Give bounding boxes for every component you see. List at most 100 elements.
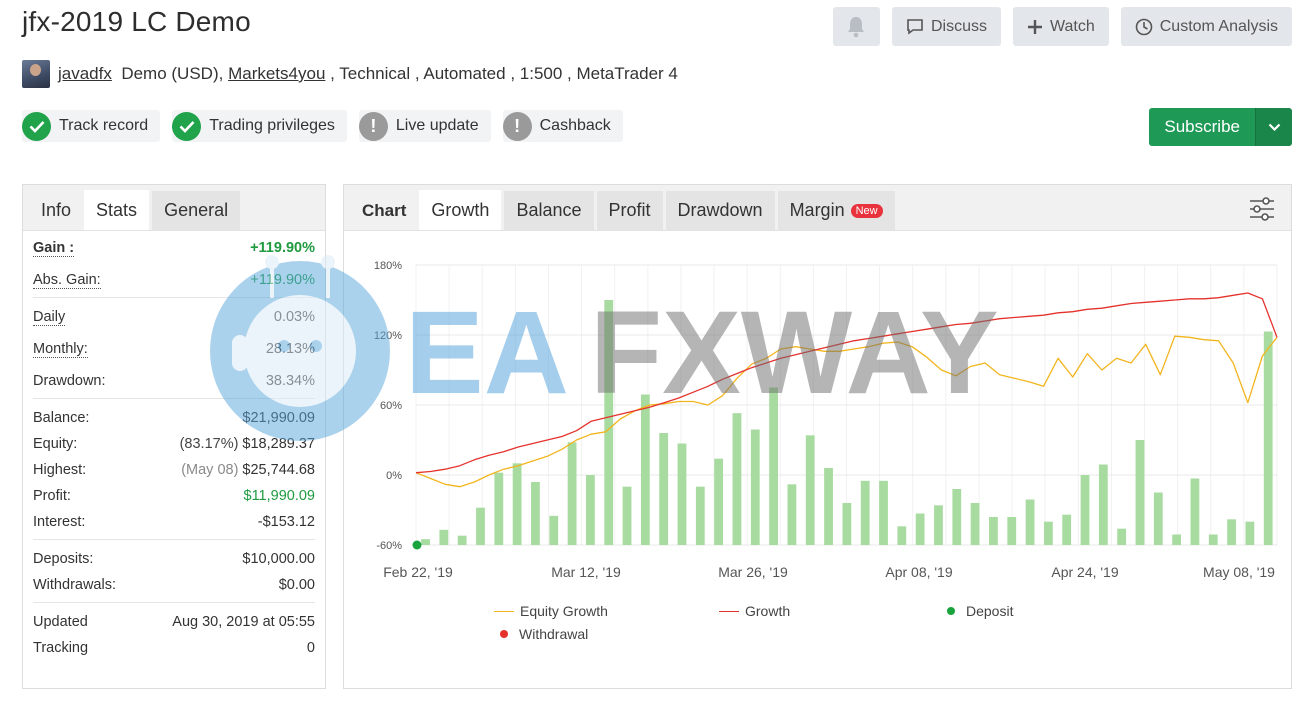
x-tick-label: Feb 22, '19 bbox=[383, 564, 453, 580]
check-icon bbox=[172, 111, 202, 141]
daily-bar bbox=[1153, 492, 1163, 545]
daily-bar bbox=[640, 394, 650, 545]
daily-bar bbox=[604, 300, 614, 545]
tab-drawdown[interactable]: Drawdown bbox=[665, 191, 775, 230]
legend-equity-growth[interactable]: Equity Growth bbox=[494, 603, 608, 619]
stat-updated: Updated Aug 30, 2019 at 05:55 bbox=[33, 614, 315, 630]
daily-bar bbox=[1190, 478, 1200, 545]
daily-bar bbox=[750, 429, 760, 545]
stat-balance: Balance: $21,990.09 bbox=[33, 410, 315, 426]
divider bbox=[33, 398, 315, 399]
daily-bar bbox=[805, 435, 815, 545]
custom-analysis-label: Custom Analysis bbox=[1159, 17, 1278, 35]
x-tick-label: Mar 12, '19 bbox=[551, 564, 621, 580]
x-tick-label: Apr 24, '19 bbox=[1051, 564, 1118, 580]
new-badge: New bbox=[850, 203, 883, 218]
daily-bar bbox=[714, 458, 724, 545]
tab-stats[interactable]: Stats bbox=[84, 190, 150, 230]
daily-bar bbox=[586, 475, 595, 545]
badge-track-record[interactable]: Track record bbox=[22, 110, 161, 142]
daily-bar bbox=[677, 443, 687, 545]
subscribe-button[interactable]: Subscribe bbox=[1149, 108, 1255, 146]
badge-live-update[interactable]: ! Live update bbox=[358, 110, 491, 142]
stats-panel: Info Stats General Gain : +119.90% Abs. G… bbox=[22, 184, 326, 689]
daily-bar bbox=[915, 513, 925, 545]
stat-highest: Highest: (May 08) $25,744.68 bbox=[33, 462, 315, 478]
stat-tracking: Tracking 0 bbox=[33, 640, 315, 656]
stat-withdrawals: Withdrawals: $0.00 bbox=[33, 577, 315, 593]
subscribe-group: Subscribe bbox=[1149, 108, 1292, 146]
tab-growth[interactable]: Growth bbox=[419, 190, 502, 230]
daily-bar bbox=[457, 535, 467, 545]
account-details: , Technical , Automated , 1:500 , MetaTr… bbox=[325, 64, 678, 83]
badge-trading-privileges[interactable]: Trading privileges bbox=[172, 110, 347, 142]
daily-bar bbox=[476, 507, 485, 545]
daily-bar bbox=[824, 468, 833, 545]
deposit-point bbox=[412, 540, 422, 550]
stat-drawdown: Drawdown: 38.34% bbox=[33, 373, 315, 389]
user-link[interactable]: javadfx bbox=[58, 64, 112, 84]
growth-chart[interactable]: 180% 120% 60% 0% -60% Feb 22, '19 Mar 12, '19 M… bbox=[344, 232, 1291, 688]
tab-general[interactable]: General bbox=[152, 191, 241, 230]
avatar[interactable] bbox=[22, 60, 50, 88]
top-actions: Discuss Watch Custom Analysis bbox=[832, 7, 1292, 46]
daily-bar bbox=[769, 387, 778, 545]
daily-bar bbox=[1098, 464, 1108, 545]
chart-settings-button[interactable] bbox=[1249, 197, 1275, 226]
stat-abs-gain: Abs. Gain: +119.90% bbox=[33, 271, 315, 289]
daily-bar bbox=[1245, 521, 1255, 545]
y-tick-label: 60% bbox=[380, 400, 402, 412]
daily-bar bbox=[897, 526, 907, 545]
watch-button[interactable]: Watch bbox=[1012, 7, 1109, 46]
stats-list: Gain : +119.90% Abs. Gain: +119.90% Daily 0… bbox=[23, 231, 325, 661]
custom-analysis-button[interactable]: Custom Analysis bbox=[1120, 7, 1292, 46]
badge-cashback[interactable]: ! Cashback bbox=[502, 110, 623, 142]
daily-bar bbox=[494, 472, 504, 545]
stat-monthly: Monthly: 28.13% bbox=[33, 340, 315, 358]
daily-bar bbox=[1263, 331, 1273, 545]
discuss-button[interactable]: Discuss bbox=[891, 7, 1001, 46]
stat-profit: Profit: $11,990.09 bbox=[33, 488, 315, 504]
daily-bar bbox=[1117, 528, 1127, 545]
legend-withdrawal[interactable]: Withdrawal bbox=[494, 626, 588, 642]
daily-bar bbox=[952, 489, 962, 545]
daily-bar bbox=[567, 442, 577, 545]
tab-chart[interactable]: Chart bbox=[350, 191, 416, 230]
clock-icon bbox=[1135, 18, 1153, 35]
daily-bar bbox=[1062, 514, 1072, 545]
check-icon bbox=[22, 111, 51, 141]
tab-info[interactable]: Info bbox=[29, 191, 81, 230]
x-tick-label: Mar 26, '19 bbox=[718, 564, 788, 580]
tab-profit[interactable]: Profit bbox=[596, 191, 663, 230]
daily-bar bbox=[989, 517, 998, 545]
plus-icon bbox=[1027, 19, 1042, 34]
daily-bar bbox=[1172, 534, 1182, 545]
daily-bar bbox=[1080, 475, 1090, 545]
notifications-button[interactable] bbox=[832, 7, 880, 46]
x-tick-label: May 08, '19 bbox=[1203, 564, 1275, 580]
stat-daily: Daily 0.03% bbox=[33, 308, 315, 326]
subscribe-dropdown-button[interactable] bbox=[1255, 108, 1292, 146]
y-tick-label: 0% bbox=[386, 470, 402, 482]
verification-badges: Track record Trading privileges ! Live u… bbox=[22, 110, 623, 142]
chart-panel: Chart Growth Balance Profit Drawdown Mar… bbox=[343, 184, 1292, 689]
daily-bar bbox=[439, 529, 449, 545]
divider bbox=[33, 297, 315, 298]
daily-bar bbox=[842, 503, 852, 545]
legend-growth[interactable]: Growth bbox=[719, 603, 790, 619]
stat-deposits: Deposits: $10,000.00 bbox=[33, 551, 315, 567]
daily-bar bbox=[1025, 499, 1035, 545]
daily-bar bbox=[787, 484, 797, 545]
exclamation-icon: ! bbox=[358, 111, 388, 141]
daily-bar bbox=[512, 463, 522, 545]
y-tick-label: 180% bbox=[374, 260, 402, 272]
tab-margin[interactable]: Margin New bbox=[777, 191, 895, 230]
legend-deposit[interactable]: Deposit bbox=[941, 603, 1013, 619]
bell-icon bbox=[848, 16, 865, 37]
page-title: jfx-2019 LC Demo bbox=[22, 6, 251, 37]
account-type: Demo (USD), bbox=[121, 64, 224, 83]
daily-bar bbox=[860, 480, 870, 545]
broker-link[interactable]: Markets4you bbox=[228, 64, 325, 84]
watch-label: Watch bbox=[1049, 17, 1095, 35]
tab-balance[interactable]: Balance bbox=[504, 191, 594, 230]
